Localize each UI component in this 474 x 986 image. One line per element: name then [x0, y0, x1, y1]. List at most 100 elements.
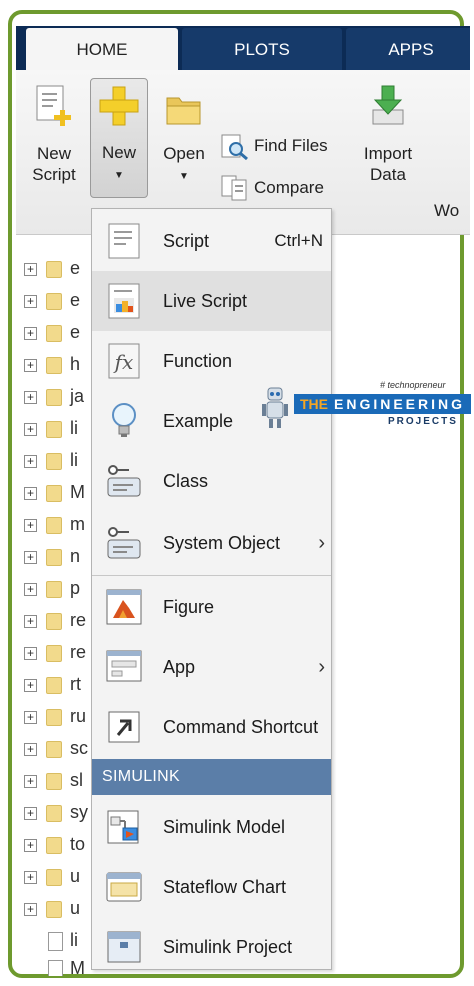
- tree-row[interactable]: + u: [16, 866, 96, 890]
- open-button[interactable]: Open ▼: [156, 90, 212, 187]
- expand-icon[interactable]: +: [24, 359, 37, 372]
- expand-icon[interactable]: +: [24, 807, 37, 820]
- find-files-label: Find Files: [254, 136, 328, 155]
- new-button[interactable]: New ▼: [90, 78, 148, 198]
- expand-icon[interactable]: +: [24, 679, 37, 692]
- expand-icon[interactable]: +: [24, 743, 37, 756]
- tree-row[interactable]: + n: [16, 546, 96, 570]
- menu-item-figure[interactable]: Figure: [92, 577, 331, 637]
- find-files-button[interactable]: Find Files: [220, 132, 328, 160]
- menu-item-label: Function: [163, 350, 233, 371]
- tab-plots[interactable]: PLOTS: [182, 28, 342, 70]
- tree-row[interactable]: + M: [16, 482, 96, 506]
- function-icon: fx: [104, 341, 144, 381]
- keyboard-shortcut: Ctrl+N: [274, 231, 323, 250]
- script-icon: [104, 221, 144, 261]
- menu-divider: [92, 575, 331, 576]
- menu-item-simulink-model[interactable]: Simulink Model: [92, 797, 331, 857]
- expand-icon[interactable]: +: [24, 839, 37, 852]
- menu-item-system-object[interactable]: System Object ›: [92, 513, 331, 573]
- tree-row[interactable]: + li: [16, 418, 96, 442]
- menu-item-label: Live Script: [163, 290, 248, 311]
- menu-item-class[interactable]: Class: [92, 451, 331, 511]
- menu-item-label: App: [163, 656, 196, 677]
- tree-row[interactable]: + e: [16, 290, 96, 314]
- tree-file-row[interactable]: M: [16, 958, 96, 976]
- folder-open-icon: [156, 90, 212, 133]
- menu-item-stateflow-chart[interactable]: Stateflow Chart: [92, 857, 331, 917]
- folder-icon: [46, 389, 62, 406]
- tree-row[interactable]: + ja: [16, 386, 96, 410]
- expand-icon[interactable]: +: [24, 871, 37, 884]
- expand-icon[interactable]: +: [24, 903, 37, 916]
- expand-icon[interactable]: +: [24, 295, 37, 308]
- tree-row-label: e: [70, 322, 81, 342]
- menu-item-label: Stateflow Chart: [163, 876, 287, 897]
- tree-row[interactable]: + sc: [16, 738, 96, 762]
- menu-item-label: Figure: [163, 596, 215, 617]
- tree-row[interactable]: + e: [16, 258, 96, 282]
- tree-row-label: p: [70, 578, 81, 598]
- tree-row[interactable]: + ru: [16, 706, 96, 730]
- tree-row[interactable]: + p: [16, 578, 96, 602]
- simulink-project-icon: [104, 927, 144, 967]
- file-icon: [48, 932, 63, 951]
- tree-row[interactable]: + re: [16, 610, 96, 634]
- menu-item-label: Simulink Project: [163, 936, 293, 957]
- tree-row-label: ru: [70, 706, 87, 726]
- new-button-label: New: [101, 143, 136, 162]
- lightbulb-icon: [104, 401, 144, 441]
- expand-icon[interactable]: +: [24, 647, 37, 660]
- new-script-button[interactable]: New Script: [26, 84, 82, 185]
- import-data-icon: [358, 84, 418, 133]
- menu-item-simulink-project[interactable]: Simulink Project: [92, 917, 331, 976]
- expand-icon[interactable]: +: [24, 263, 37, 276]
- tree-row[interactable]: + rt: [16, 674, 96, 698]
- tree-file-row[interactable]: li: [16, 930, 96, 954]
- expand-icon[interactable]: +: [24, 423, 37, 436]
- menu-item-script[interactable]: Script Ctrl+N: [92, 211, 331, 271]
- menu-item-label: Example: [163, 410, 234, 431]
- tree-row[interactable]: + to: [16, 834, 96, 858]
- tab-home[interactable]: HOME: [26, 28, 178, 70]
- expand-icon[interactable]: +: [24, 327, 37, 340]
- import-data-button[interactable]: Import Data: [358, 84, 418, 185]
- app-icon: [104, 647, 144, 687]
- tree-row[interactable]: + m: [16, 514, 96, 538]
- watermark-tag: # technopreneur: [380, 380, 446, 390]
- tree-row[interactable]: + sl: [16, 770, 96, 794]
- menu-item-app[interactable]: App ›: [92, 637, 331, 697]
- workspace-button-partial[interactable]: Wo: [434, 200, 470, 221]
- expand-icon[interactable]: +: [24, 583, 37, 596]
- compare-button[interactable]: Compare: [220, 174, 324, 202]
- folder-icon: [46, 869, 62, 886]
- expand-icon[interactable]: +: [24, 519, 37, 532]
- tab-apps[interactable]: APPS: [346, 28, 470, 70]
- svg-text:fx: fx: [113, 350, 134, 374]
- watermark-the: THE: [300, 396, 328, 412]
- folder-icon: [46, 645, 62, 662]
- system-object-icon: [104, 523, 144, 563]
- tree-row[interactable]: + li: [16, 450, 96, 474]
- file-icon: [48, 960, 63, 976]
- expand-icon[interactable]: +: [24, 615, 37, 628]
- tree-row[interactable]: + h: [16, 354, 96, 378]
- tree-row[interactable]: + re: [16, 642, 96, 666]
- folder-icon: [46, 741, 62, 758]
- folder-icon: [46, 325, 62, 342]
- expand-icon[interactable]: +: [24, 711, 37, 724]
- menu-item-label: Script: [163, 230, 210, 251]
- expand-icon[interactable]: +: [24, 391, 37, 404]
- expand-icon[interactable]: +: [24, 775, 37, 788]
- expand-icon[interactable]: +: [24, 551, 37, 564]
- folder-icon: [46, 517, 62, 534]
- menu-item-live-script[interactable]: Live Script: [92, 271, 331, 331]
- new-button-content: New ▼: [91, 85, 147, 186]
- ribbon-tab-bar: HOME PLOTS APPS: [16, 26, 470, 70]
- expand-icon[interactable]: +: [24, 487, 37, 500]
- expand-icon[interactable]: +: [24, 455, 37, 468]
- tree-row[interactable]: + sy: [16, 802, 96, 826]
- tree-row[interactable]: + u: [16, 898, 96, 922]
- tree-row[interactable]: + e: [16, 322, 96, 346]
- menu-item-command-shortcut[interactable]: Command Shortcut: [92, 697, 331, 757]
